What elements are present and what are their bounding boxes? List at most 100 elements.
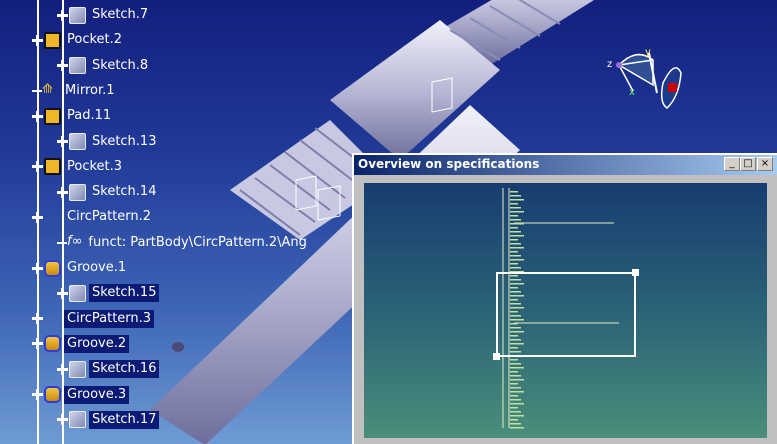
tree-node-sketch-8[interactable]: Sketch.8: [57, 56, 151, 76]
mini-tree-tick: [510, 215, 518, 217]
tree-node-sketch-16[interactable]: Sketch.16: [57, 359, 160, 379]
expand-icon[interactable]: [57, 9, 68, 21]
overview-window[interactable]: Overview on specifications _ □ ×: [352, 153, 777, 444]
mini-tree-tick: [510, 255, 521, 257]
specification-tree: Sketch.7 Pocket.2 Sketch.8 ⟰ Mirror.1 Pad.11 S…: [0, 0, 360, 444]
mini-tree-tick: [510, 259, 524, 261]
mini-tree-tick: [510, 423, 521, 425]
mini-tree-tick: [510, 407, 518, 409]
mini-tree-tick: [510, 227, 518, 229]
tree-node-label: Sketch.15: [89, 284, 160, 303]
expand-icon[interactable]: [57, 186, 68, 198]
compass-z-label: z: [607, 59, 612, 70]
expand-icon[interactable]: [32, 161, 43, 173]
expand-icon[interactable]: [32, 313, 43, 325]
groove-icon: [44, 259, 61, 277]
mini-tree-tick: [510, 399, 521, 401]
frame-resize-handle-tr[interactable]: [632, 269, 639, 276]
tree-node-label: CircPattern.2: [67, 209, 152, 225]
tree-connector: [57, 241, 67, 244]
overview-viewport-frame[interactable]: [493, 269, 639, 360]
tree-node-groove-3[interactable]: Groove.3: [32, 385, 130, 405]
mini-tree-tick: [510, 383, 518, 385]
mini-tree-tick: [510, 191, 518, 193]
sketch-icon: [69, 6, 86, 24]
3d-viewport[interactable]: Sketch.7 Pocket.2 Sketch.8 ⟰ Mirror.1 Pad.11 S…: [0, 0, 777, 444]
tree-node-sketch-15[interactable]: Sketch.15: [57, 283, 160, 303]
expand-icon[interactable]: [57, 363, 68, 375]
mini-tree-tick: [510, 207, 521, 209]
pad-icon: [44, 107, 61, 125]
tree-node-sketch-13[interactable]: Sketch.13: [57, 132, 159, 152]
mini-tree-tick: [510, 395, 518, 397]
minimize-button[interactable]: _: [724, 157, 740, 171]
sketch-icon: [69, 360, 86, 378]
expand-icon[interactable]: [57, 60, 68, 72]
mini-tree-tick: [510, 203, 518, 205]
mini-tree-tick: [510, 411, 521, 413]
tree-node-pocket-3[interactable]: Pocket.3: [32, 157, 125, 177]
expand-icon[interactable]: [32, 34, 43, 46]
mini-tree-tick: [510, 243, 521, 245]
sketch-icon: [69, 411, 86, 429]
overview-window-titlebar[interactable]: Overview on specifications _ □ ×: [354, 155, 777, 175]
mini-tree-tick: [510, 403, 524, 405]
mini-tree-tick: [510, 427, 524, 429]
expand-icon[interactable]: [57, 136, 68, 147]
mini-tree-tick: [510, 367, 524, 369]
pocket-icon: [44, 31, 61, 49]
overview-window-title: Overview on specifications: [358, 157, 540, 171]
mini-tree-tick: [510, 231, 521, 233]
tree-node-circpattern-2[interactable]: CircPattern.2: [32, 207, 154, 227]
tree-node-groove-2[interactable]: Groove.2: [32, 334, 130, 354]
expand-icon[interactable]: [32, 389, 43, 400]
expand-icon[interactable]: [57, 414, 68, 426]
orientation-compass[interactable]: z y x: [605, 45, 695, 115]
tree-node-sketch-17[interactable]: Sketch.17: [57, 410, 160, 430]
expand-icon[interactable]: [32, 110, 43, 122]
mini-tree-tick: [510, 263, 518, 265]
mini-tree-tick: [510, 379, 524, 381]
tree-node-label: Sketch.17: [89, 410, 160, 429]
tree-node-sketch-7[interactable]: Sketch.7: [57, 5, 151, 25]
mini-tree-tick: [510, 359, 518, 361]
tree-node-label: Groove.1: [67, 260, 127, 275]
tree-node-label: Sketch.14: [92, 184, 157, 200]
expand-icon[interactable]: [32, 262, 43, 274]
sketch-icon: [69, 57, 86, 75]
expand-icon[interactable]: [32, 211, 43, 223]
tree-node-label: Pocket.2: [67, 32, 123, 48]
pocket-icon: [44, 158, 61, 176]
tree-node-funct[interactable]: f∞ funct: PartBody\CircPattern.2\Ang: [57, 233, 310, 253]
mini-tree-tick: [510, 251, 518, 253]
tree-node-label: Sketch.13: [92, 133, 157, 149]
compass-x-label: x: [629, 87, 635, 98]
mini-tree-tick: [510, 199, 524, 201]
mini-tree-tick: [510, 223, 524, 225]
compass-y-label: y: [645, 47, 651, 58]
overview-canvas[interactable]: [364, 183, 767, 438]
mini-tree-tick: [510, 371, 518, 373]
tree-node-label: Sketch.16: [89, 360, 160, 379]
tree-node-label: Sketch.8: [92, 57, 149, 73]
close-button[interactable]: ×: [757, 157, 773, 171]
tree-node-circpattern-3[interactable]: CircPattern.3: [32, 309, 155, 329]
tree-node-mirror-1[interactable]: ⟰ Mirror.1: [32, 81, 118, 101]
tree-node-label: funct: PartBody\CircPattern.2\Ang: [88, 234, 307, 250]
tree-node-label: Pocket.3: [67, 158, 123, 174]
mini-tree-tick: [510, 235, 524, 237]
maximize-button[interactable]: □: [740, 157, 756, 171]
circ-pattern-icon: [44, 310, 61, 327]
frame-resize-handle-bl[interactable]: [493, 353, 500, 360]
formula-icon: f∞: [67, 234, 83, 250]
expand-icon[interactable]: [57, 287, 68, 299]
tree-node-groove-1[interactable]: Groove.1: [32, 258, 129, 278]
tree-node-label: Mirror.1: [65, 82, 115, 98]
mini-tree-tick: [510, 267, 521, 269]
tree-node-label: Sketch.7: [92, 7, 149, 22]
tree-node-label: Groove.3: [64, 385, 130, 404]
tree-node-sketch-14[interactable]: Sketch.14: [57, 182, 159, 202]
tree-node-pad-11[interactable]: Pad.11: [32, 106, 114, 126]
tree-node-pocket-2[interactable]: Pocket.2: [32, 30, 125, 50]
expand-icon[interactable]: [32, 338, 43, 350]
